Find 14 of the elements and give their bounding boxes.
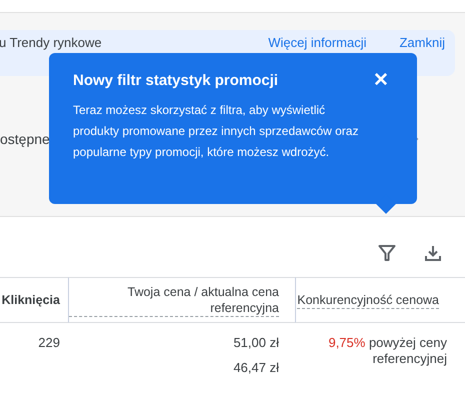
table-cell: 9,75% powyżej ceny referencyjnej (327, 335, 447, 367)
row-label: ostępne (0, 131, 50, 147)
table-cell: 229 (38, 335, 60, 350)
download-icon (424, 244, 442, 262)
close-button[interactable]: ✕ (369, 71, 393, 90)
popup-text: Teraz możesz skorzystać z filtra, aby wyświetlić produkty promowane przez innych sprzedawców oraz popularne typy promocji, które możesz wdrożyć. (73, 102, 360, 161)
banner-link[interactable]: Zamknij (399, 35, 445, 51)
filter-icon (378, 244, 396, 262)
price-text: 51,00 zł (233, 335, 279, 350)
banner-link[interactable]: Więcej informacji (268, 35, 366, 51)
price-text: 46,47 zł (233, 360, 279, 375)
popup-title: Nowy filtr statystyk promocji (73, 72, 278, 89)
column-header[interactable]: Kliknięcia (0, 277, 68, 323)
banner-text: u Trendy rynkowe (0, 35, 102, 51)
